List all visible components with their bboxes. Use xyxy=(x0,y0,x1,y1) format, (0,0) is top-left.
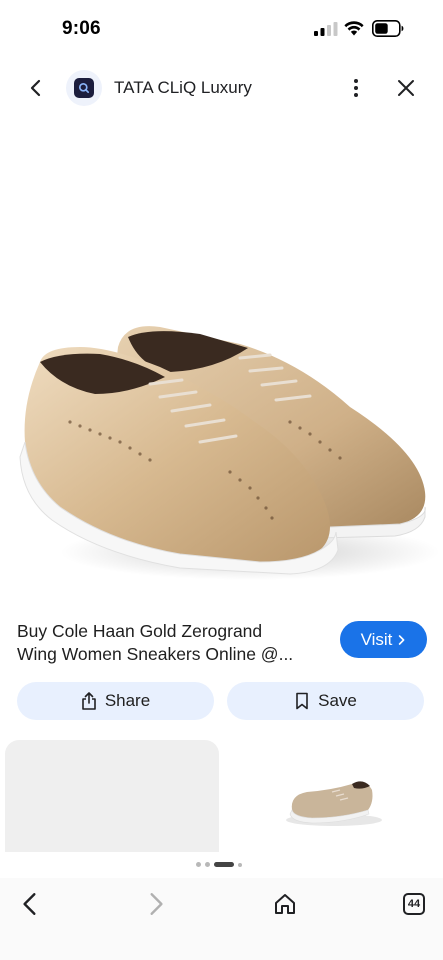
status-bar: 9:06 xyxy=(0,0,443,58)
visit-button[interactable]: Visit xyxy=(340,621,427,658)
share-label: Share xyxy=(104,691,151,710)
sneaker-pair-image xyxy=(19,326,440,580)
battery-icon xyxy=(372,20,404,37)
product-image[interactable] xyxy=(0,122,443,612)
page-dot xyxy=(238,862,242,867)
home-button[interactable] xyxy=(271,890,299,918)
more-vert-icon xyxy=(354,79,358,97)
related-result-card[interactable] xyxy=(5,740,219,852)
browser-forward-button[interactable] xyxy=(142,890,170,918)
tabs-button[interactable]: 44 xyxy=(400,890,428,918)
bottom-toolbar: 44 xyxy=(0,878,443,960)
lens-header: TATA CLiQ Luxury xyxy=(0,62,443,114)
wifi-icon xyxy=(344,21,364,36)
tab-count-badge: 44 xyxy=(403,893,425,915)
close-button[interactable] xyxy=(394,76,418,100)
cellular-signal-icon xyxy=(314,22,338,36)
related-result-card[interactable] xyxy=(222,740,438,852)
share-button[interactable]: Share xyxy=(17,682,214,720)
product-title[interactable]: Buy Cole Haan Gold Zerogrand Wing Women … xyxy=(17,620,329,666)
home-icon xyxy=(275,894,295,914)
save-button[interactable]: Save xyxy=(227,682,424,720)
chevron-left-icon xyxy=(30,79,41,97)
chevron-right-icon xyxy=(399,634,405,645)
page-dot xyxy=(205,862,210,867)
chevron-left-icon xyxy=(23,893,36,915)
back-button[interactable] xyxy=(24,76,48,100)
bookmark-icon xyxy=(296,692,308,710)
product-title-line-1: Buy Cole Haan Gold Zerogrand xyxy=(17,621,263,641)
page-indicator xyxy=(196,862,242,867)
page-dot-active xyxy=(214,862,234,867)
sneaker-thumbnail-image xyxy=(286,781,382,826)
close-icon xyxy=(398,80,414,96)
more-options-button[interactable] xyxy=(344,76,368,100)
site-favicon xyxy=(66,70,102,106)
product-title-line-2: Wing Women Sneakers Online @... xyxy=(17,644,294,664)
browser-back-button[interactable] xyxy=(16,890,44,918)
search-logo-icon xyxy=(74,78,94,98)
visit-label: Visit xyxy=(360,629,393,649)
page-dot xyxy=(196,862,201,867)
site-name[interactable]: TATA CLiQ Luxury xyxy=(114,78,252,98)
chevron-right-icon xyxy=(150,893,163,915)
save-label: Save xyxy=(318,691,357,710)
share-icon xyxy=(82,692,96,710)
status-time: 9:06 xyxy=(62,18,101,39)
